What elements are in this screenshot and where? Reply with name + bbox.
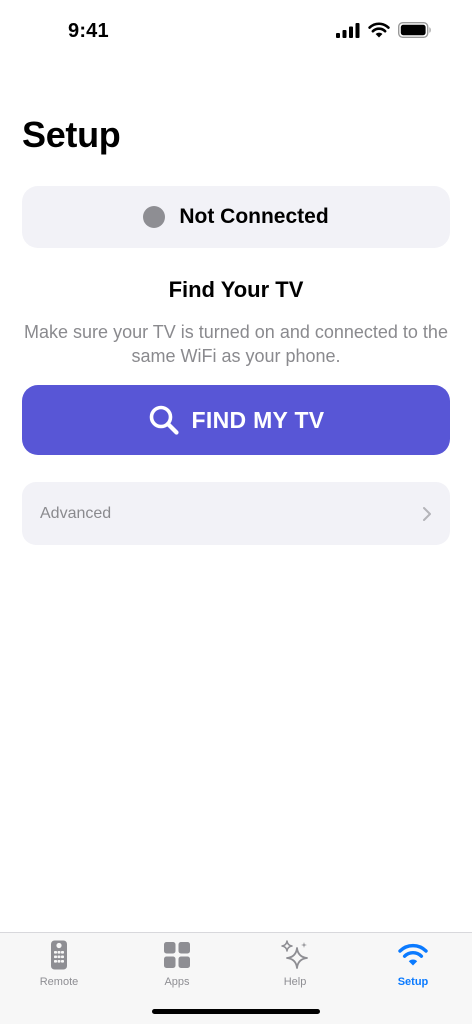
wifi-icon	[398, 939, 428, 971]
status-time: 9:41	[68, 20, 109, 42]
cellular-signal-icon	[336, 22, 360, 38]
tab-remote-label: Remote	[39, 976, 79, 988]
apps-grid-icon	[164, 939, 190, 971]
wifi-icon	[368, 22, 390, 38]
tab-setup-label: Setup	[397, 976, 429, 988]
tab-setup[interactable]: Setup	[354, 939, 472, 995]
sparkles-icon	[281, 939, 309, 971]
status-dot-icon	[143, 206, 166, 228]
advanced-row[interactable]: Advanced	[22, 482, 450, 545]
tab-help-label: Help	[283, 976, 307, 988]
tab-apps-label: Apps	[164, 976, 190, 988]
chevron-right-icon	[423, 506, 431, 521]
tab-remote[interactable]: Remote	[0, 939, 118, 995]
find-my-tv-label: FIND MY TV	[191, 406, 325, 433]
tab-apps[interactable]: Apps	[118, 939, 236, 995]
find-my-tv-button[interactable]: FIND MY TV	[22, 385, 450, 455]
find-tv-description: Make sure your TV is turned on and conne…	[24, 322, 448, 366]
home-indicator	[152, 1009, 320, 1014]
connection-status-card: Not Connected	[22, 186, 450, 248]
find-tv-heading: Find Your TV	[168, 277, 304, 302]
advanced-label: Advanced	[40, 504, 112, 522]
battery-icon	[398, 22, 431, 38]
status-icons	[336, 22, 432, 38]
tab-help[interactable]: Help	[236, 939, 354, 995]
page-title: Setup	[22, 114, 121, 155]
connection-status-label: Not Connected	[179, 205, 329, 228]
remote-icon	[50, 939, 68, 971]
search-icon	[149, 405, 179, 435]
status-bar: 9:41	[0, 0, 472, 64]
